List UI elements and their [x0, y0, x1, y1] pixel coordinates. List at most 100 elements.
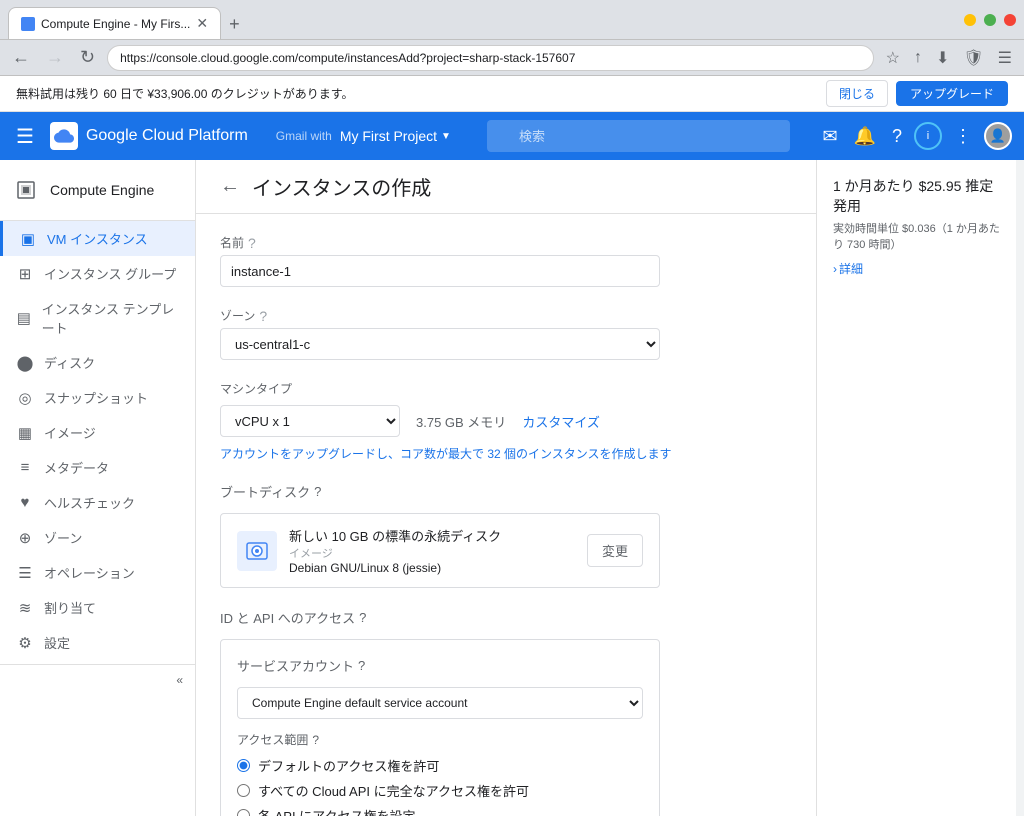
cost-per-unit: 実効時間単位 $0.036（1 か月あたり 730 時間）: [833, 220, 1000, 252]
access-option-2: 各 API にアクセス権を設定: [237, 806, 643, 816]
sidebar-item-disk-label: ディスク: [44, 353, 95, 372]
chevron-down-icon: ›: [833, 262, 837, 276]
user-avatar[interactable]: 👤: [984, 122, 1012, 150]
service-account-select[interactable]: Compute Engine default service account: [237, 687, 643, 719]
scrollbar[interactable]: [1016, 160, 1024, 816]
forward-nav-button[interactable]: →: [42, 45, 68, 70]
close-notification-button[interactable]: 閉じる: [826, 80, 888, 107]
new-tab-button[interactable]: +: [221, 10, 248, 39]
back-button[interactable]: ←: [220, 175, 240, 198]
sidebar-item-vm[interactable]: ▣ VM インスタンス: [0, 221, 195, 256]
zone-select[interactable]: us-central1-c: [220, 328, 660, 360]
name-label: 名前 ?: [220, 234, 792, 251]
access-radio-2[interactable]: [237, 809, 250, 816]
tab-close-button[interactable]: ✕: [196, 15, 208, 32]
images-icon: ▦: [16, 424, 34, 442]
active-tab[interactable]: Compute Engine - My Firs... ✕: [8, 7, 221, 39]
name-input[interactable]: [220, 255, 660, 287]
sidebar-item-settings-label: 設定: [44, 633, 70, 652]
project-name: My First Project: [340, 128, 437, 144]
sidebar-item-instance-groups[interactable]: ⊞ インスタンス グループ: [0, 256, 195, 291]
reload-button[interactable]: ↻: [76, 45, 99, 70]
download-icon[interactable]: ⬇: [932, 46, 953, 70]
change-disk-button[interactable]: 変更: [587, 534, 643, 567]
page-title: インスタンスの作成: [252, 172, 431, 201]
cloud-icon: [54, 126, 74, 146]
metadata-icon: ≡: [16, 459, 34, 476]
zones-icon: ⊕: [16, 529, 34, 547]
access-option-1: すべての Cloud API に完全なアクセス権を許可: [237, 781, 643, 800]
sidebar-item-quotas-label: 割り当て: [44, 598, 96, 617]
sidebar-item-operations[interactable]: ☰ オペレーション: [0, 555, 195, 590]
sidebar-item-disk[interactable]: ⬤ ディスク: [0, 345, 195, 380]
bookmark-icon[interactable]: ☆: [882, 46, 904, 70]
sidebar-title: Compute Engine: [50, 182, 154, 198]
sidebar-item-health-checks[interactable]: ♥ ヘルスチェック: [0, 485, 195, 520]
address-bar-row: ← → ↻ ☆ ↑ ⬇ 🛡 ☰: [0, 40, 1024, 76]
sidebar-item-metadata[interactable]: ≡ メタデータ: [0, 450, 195, 485]
sidebar-item-zones[interactable]: ⊕ ゾーン: [0, 520, 195, 555]
name-help-icon[interactable]: ?: [248, 235, 256, 251]
service-account-help-icon[interactable]: ?: [358, 658, 365, 673]
sidebar-header: Compute Engine: [0, 160, 195, 221]
sidebar-item-images[interactable]: ▦ イメージ: [0, 415, 195, 450]
operations-icon: ☰: [16, 564, 34, 582]
address-input[interactable]: [107, 45, 874, 71]
sidebar-item-instance-templates-label: インスタンス テンプレート: [42, 299, 179, 337]
hamburger-menu-button[interactable]: ☰: [12, 120, 38, 153]
disk-visual-icon: [237, 531, 277, 571]
sidebar-item-operations-label: オペレーション: [44, 563, 135, 582]
access-radio-1[interactable]: [237, 784, 250, 797]
upgrade-button[interactable]: アップグレード: [896, 81, 1008, 106]
sidebar-item-images-label: イメージ: [44, 423, 96, 442]
account-icon[interactable]: ↑: [910, 47, 926, 69]
upgrade-notice[interactable]: アカウントをアップグレードし、コア数が最大で 32 個のインスタンスを作成します: [220, 445, 792, 462]
cost-main: 1 か月あたり $25.95 推定発用: [833, 176, 1000, 216]
sidebar-item-snapshots-label: スナップショット: [44, 388, 148, 407]
access-radio-0[interactable]: [237, 759, 250, 772]
vm-icon: ▣: [19, 230, 37, 248]
instance-templates-icon: ▤: [16, 309, 32, 327]
disk-info: 新しい 10 GB の標準の永続ディスク イメージ Debian GNU/Lin…: [289, 526, 575, 575]
sidebar-item-settings[interactable]: ⚙ 設定: [0, 625, 195, 660]
email-icon[interactable]: ✉: [818, 122, 841, 151]
sidebar-item-zones-label: ゾーン: [44, 528, 82, 547]
sidebar-item-vm-label: VM インスタンス: [47, 229, 148, 248]
disk-image-label: イメージ: [289, 545, 575, 561]
avatar[interactable]: i: [914, 122, 942, 150]
zone-field-group: ゾーン ? us-central1-c: [220, 307, 792, 360]
zone-label: ゾーン ?: [220, 307, 792, 324]
shield-icon[interactable]: 🛡: [959, 46, 987, 70]
back-nav-button[interactable]: ←: [8, 45, 34, 70]
notifications-icon[interactable]: 🔔: [850, 122, 880, 151]
search-input[interactable]: [487, 120, 791, 152]
close-window-button[interactable]: [1004, 14, 1016, 26]
sidebar-item-instance-templates[interactable]: ▤ インスタンス テンプレート: [0, 291, 195, 345]
sidebar: Compute Engine ▣ VM インスタンス ⊞ インスタンス グループ…: [0, 160, 196, 816]
sidebar-item-snapshots[interactable]: ◎ スナップショット: [0, 380, 195, 415]
machine-type-select[interactable]: vCPU x 1: [220, 405, 400, 437]
maximize-button[interactable]: [984, 14, 996, 26]
more-options-icon[interactable]: ⋮: [950, 122, 976, 151]
api-help-icon[interactable]: ?: [359, 610, 366, 625]
collapse-icon: «: [176, 673, 183, 687]
boot-disk-help-icon[interactable]: ?: [314, 484, 321, 499]
disk-name: 新しい 10 GB の標準の永続ディスク: [289, 526, 575, 545]
access-scope-help-icon[interactable]: ?: [312, 733, 319, 747]
zone-help-icon[interactable]: ?: [259, 308, 267, 324]
customize-link[interactable]: カスタマイズ: [522, 412, 600, 431]
minimize-button[interactable]: [964, 14, 976, 26]
page-header: ← インスタンスの作成: [196, 160, 816, 214]
project-selector[interactable]: Gmail with My First Project ▼: [268, 124, 459, 148]
sidebar-collapse-button[interactable]: «: [0, 664, 195, 695]
sidebar-item-quotas[interactable]: ≋ 割り当て: [0, 590, 195, 625]
help-icon[interactable]: ?: [888, 122, 906, 151]
notification-text: 無料試用は残り 60 日で ¥33,906.00 のクレジットがあります。: [16, 85, 818, 102]
boot-disk-field-group: ブートディスク ? 新しい 10 GB の標準の永続ディスク イメージ: [220, 482, 792, 588]
machine-type-label: マシンタイプ: [220, 380, 792, 397]
cost-detail-link[interactable]: › 詳細: [833, 260, 1000, 277]
main-content: ← インスタンスの作成 名前 ? ゾーン ? us-central1-c: [196, 160, 816, 816]
menu-icon[interactable]: ☰: [994, 46, 1016, 70]
brand-icon: [50, 122, 78, 150]
tab-title: Compute Engine - My Firs...: [41, 17, 190, 31]
